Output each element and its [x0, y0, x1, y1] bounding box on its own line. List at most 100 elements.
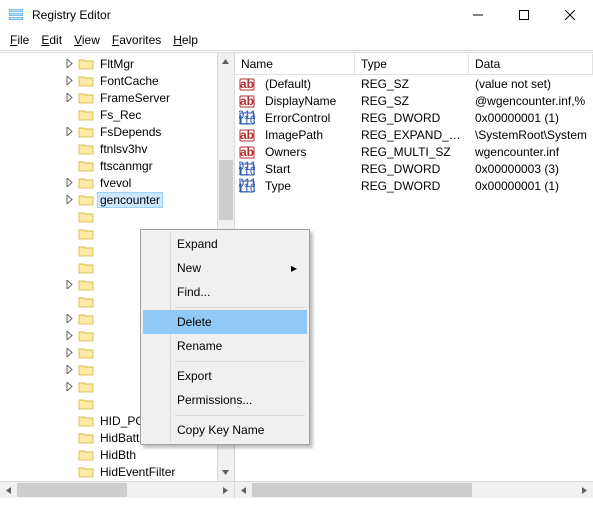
expand-collapse-icon[interactable] — [62, 91, 76, 105]
folder-icon — [78, 312, 94, 326]
expand-collapse-icon[interactable] — [62, 193, 76, 207]
folder-icon — [78, 176, 94, 190]
menu-delete[interactable]: Delete — [143, 310, 307, 334]
svg-text:ab: ab — [240, 128, 254, 142]
expand-collapse-icon[interactable] — [62, 312, 76, 326]
scroll-up-button[interactable] — [218, 53, 234, 70]
tree-twisty-empty — [62, 142, 76, 156]
expand-collapse-icon[interactable] — [62, 363, 76, 377]
folder-icon — [78, 125, 94, 139]
menu-find[interactable]: Find... — [143, 280, 307, 304]
tree-item[interactable]: FltMgr — [0, 55, 217, 72]
expand-collapse-icon[interactable] — [62, 329, 76, 343]
value-name: ImagePath — [259, 128, 355, 142]
tree-item[interactable]: FsDepends — [0, 123, 217, 140]
binary-value-icon: 011110 — [239, 161, 255, 177]
string-value-icon: ab — [239, 76, 255, 92]
scroll-thumb[interactable] — [252, 483, 472, 497]
scroll-right-button[interactable] — [217, 482, 234, 498]
tree-item[interactable]: FontCache — [0, 72, 217, 89]
list-horizontal-scrollbar[interactable] — [235, 481, 593, 498]
column-header-name[interactable]: Name — [235, 54, 355, 74]
list-item[interactable]: 011110StartREG_DWORD0x00000003 (3) — [235, 160, 593, 177]
value-data: wgencounter.inf — [469, 145, 593, 159]
regedit-app-icon — [8, 7, 24, 23]
expand-collapse-icon[interactable] — [62, 380, 76, 394]
menu-favorites[interactable]: Favorites — [106, 31, 167, 49]
value-name: DisplayName — [259, 94, 355, 108]
tree-item[interactable]: FrameServer — [0, 89, 217, 106]
menu-export[interactable]: Export — [143, 364, 307, 388]
tree-item[interactable]: ftscanmgr — [0, 157, 217, 174]
svg-text:ab: ab — [240, 94, 254, 108]
folder-icon — [78, 278, 94, 292]
folder-icon — [78, 431, 94, 445]
menu-help[interactable]: Help — [167, 31, 204, 49]
folder-icon — [78, 397, 94, 411]
menu-expand[interactable]: Expand — [143, 232, 307, 256]
minimize-button[interactable] — [455, 0, 501, 30]
tree-item[interactable]: HidBth — [0, 446, 217, 463]
list-item[interactable]: 011110ErrorControlREG_DWORD0x00000001 (1… — [235, 109, 593, 126]
tree-item-label: FontCache — [98, 74, 161, 88]
svg-text:110: 110 — [239, 181, 255, 194]
tree-item[interactable] — [0, 208, 217, 225]
folder-icon — [78, 244, 94, 258]
scroll-track[interactable] — [17, 482, 217, 498]
maximize-button[interactable] — [501, 0, 547, 30]
tree-twisty-empty — [62, 448, 76, 462]
tree-item[interactable]: ftnlsv3hv — [0, 140, 217, 157]
close-button[interactable] — [547, 0, 593, 30]
expand-collapse-icon[interactable] — [62, 176, 76, 190]
folder-icon — [78, 414, 94, 428]
tree-item-label: FltMgr — [98, 57, 136, 71]
expand-collapse-icon[interactable] — [62, 57, 76, 71]
scroll-down-button[interactable] — [218, 464, 234, 481]
menu-new[interactable]: New▸ — [143, 256, 307, 280]
svg-text:ab: ab — [240, 77, 254, 91]
tree-item[interactable]: Fs_Rec — [0, 106, 217, 123]
value-name: Start — [259, 162, 355, 176]
value-type: REG_SZ — [355, 94, 469, 108]
list-item[interactable]: abOwnersREG_MULTI_SZwgencounter.inf — [235, 143, 593, 160]
scroll-left-button[interactable] — [0, 482, 17, 498]
menu-permissions[interactable]: Permissions... — [143, 388, 307, 412]
scroll-track[interactable] — [252, 482, 576, 498]
svg-text:110: 110 — [239, 164, 255, 177]
menu-view[interactable]: View — [68, 31, 106, 49]
tree-item-label: FrameServer — [98, 91, 172, 105]
folder-icon — [78, 295, 94, 309]
expand-collapse-icon[interactable] — [62, 125, 76, 139]
scroll-right-button[interactable] — [576, 482, 593, 498]
menu-file[interactable]: File — [4, 31, 35, 49]
list-item[interactable]: abDisplayNameREG_SZ@wgencounter.inf,% — [235, 92, 593, 109]
list-item[interactable]: 011110TypeREG_DWORD0x00000001 (1) — [235, 177, 593, 194]
tree-item[interactable]: HidEventFilter — [0, 463, 217, 480]
list-item[interactable]: abImagePathREG_EXPAND_SZ\SystemRoot\Syst… — [235, 126, 593, 143]
scroll-thumb[interactable] — [17, 483, 127, 497]
menu-copy-key-name[interactable]: Copy Key Name — [143, 418, 307, 442]
menu-edit[interactable]: Edit — [35, 31, 68, 49]
tree-item[interactable]: fvevol — [0, 174, 217, 191]
column-header-type[interactable]: Type — [355, 54, 469, 74]
tree-twisty-empty — [62, 261, 76, 275]
binary-value-icon: 011110 — [239, 178, 255, 194]
tree-horizontal-scrollbar[interactable] — [0, 481, 234, 498]
scroll-thumb[interactable] — [219, 160, 233, 220]
expand-collapse-icon[interactable] — [62, 346, 76, 360]
scroll-left-button[interactable] — [235, 482, 252, 498]
folder-icon — [78, 261, 94, 275]
menubar: File Edit View Favorites Help — [0, 30, 593, 50]
tree-item-label: ftscanmgr — [98, 159, 155, 173]
value-name: Owners — [259, 145, 355, 159]
menu-rename[interactable]: Rename — [143, 334, 307, 358]
tree-item[interactable]: gencounter — [0, 191, 217, 208]
expand-collapse-icon[interactable] — [62, 278, 76, 292]
column-header-data[interactable]: Data — [469, 54, 593, 74]
value-name: Type — [259, 179, 355, 193]
expand-collapse-icon[interactable] — [62, 74, 76, 88]
folder-icon — [78, 465, 94, 479]
list-item[interactable]: ab(Default)REG_SZ(value not set) — [235, 75, 593, 92]
list-header: Name Type Data — [235, 53, 593, 75]
context-menu: Expand New▸ Find... Delete Rename Export… — [140, 229, 310, 445]
